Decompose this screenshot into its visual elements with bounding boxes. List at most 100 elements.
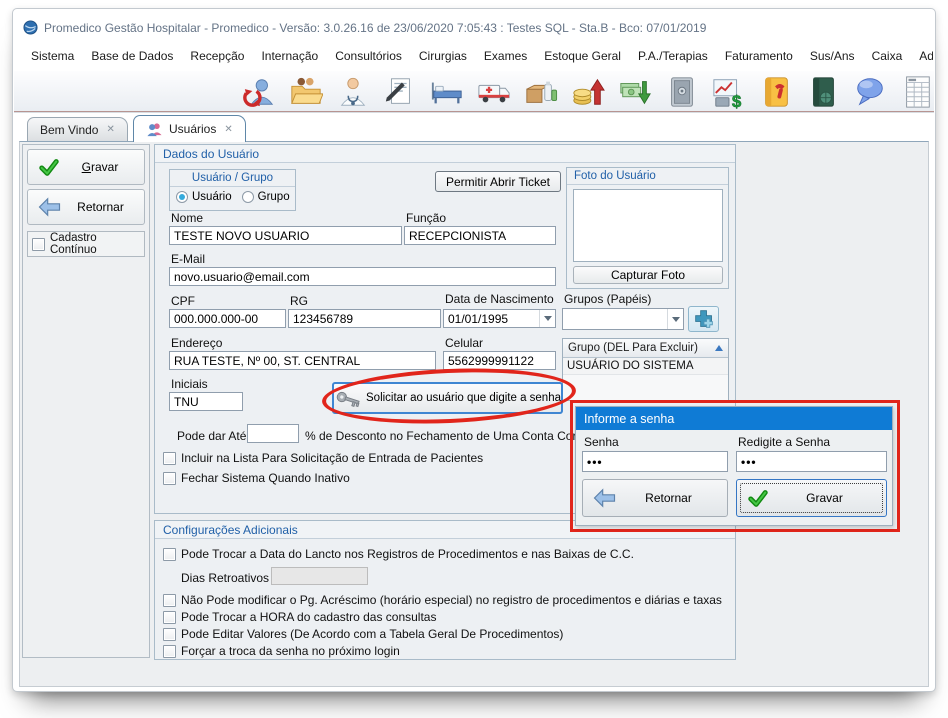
phone-book-icon[interactable]: [759, 75, 793, 109]
tab-bem-vindo-close-icon[interactable]: ✕: [106, 124, 114, 135]
capturar-foto-label: Capturar Foto: [611, 268, 685, 282]
senha-input[interactable]: [582, 451, 728, 472]
celular-input[interactable]: [443, 351, 556, 370]
staff-folder-icon[interactable]: [289, 75, 323, 109]
chevron-down-icon[interactable]: [539, 310, 555, 327]
menu-administracao[interactable]: Administra: [919, 49, 933, 69]
doctor-icon[interactable]: [336, 75, 370, 109]
retornar-label: Retornar: [65, 200, 144, 214]
editar-valores-checkbox[interactable]: [163, 628, 176, 641]
retornar-button[interactable]: Retornar: [27, 189, 145, 225]
hospital-bed-icon[interactable]: [430, 75, 464, 109]
forcar-troca-senha-checkbox[interactable]: [163, 645, 176, 658]
grupos-grid-row-label: USUÁRIO DO SISTEMA: [567, 360, 694, 372]
foto-do-usuario-caption: Foto do Usuário: [567, 168, 728, 185]
email-label: E-Mail: [171, 252, 205, 266]
menu-recepcao[interactable]: Recepção: [190, 49, 244, 69]
report-grid-icon[interactable]: [900, 75, 934, 109]
menu-pa-terapias[interactable]: P.A./Terapias: [638, 49, 708, 69]
grupos-grid: Grupo (DEL Para Excluir) USUÁRIO DO SIST…: [562, 338, 729, 401]
menu-base-de-dados[interactable]: Base de Dados: [91, 49, 173, 69]
ambulance-icon[interactable]: [477, 75, 511, 109]
safe-icon[interactable]: [665, 75, 699, 109]
price-increase-icon[interactable]: [571, 75, 605, 109]
cadastro-continuo-box: Cadastro Contínuo: [27, 231, 145, 257]
add-grupo-button[interactable]: [688, 306, 719, 332]
celular-label: Celular: [445, 336, 483, 350]
prescription-icon[interactable]: [383, 75, 417, 109]
email-input[interactable]: [169, 267, 556, 286]
pharmacy-stock-icon[interactable]: [524, 75, 558, 109]
tab-strip: Bem Vindo ✕ Usuários ✕: [13, 115, 935, 141]
data-nascimento-combo[interactable]: 01/01/1995: [443, 309, 556, 328]
cadastro-continuo-checkbox[interactable]: [32, 238, 45, 251]
solicitar-senha-button[interactable]: Solicitar ao usuário que digite a senha: [332, 382, 563, 414]
arrow-left-icon: [38, 197, 61, 217]
window-title: Promedico Gestão Hospitalar - Promedico …: [44, 21, 706, 35]
menu-consultorios[interactable]: Consultórios: [335, 49, 402, 69]
incluir-lista-label: Incluir na Lista Para Solicitação de Ent…: [181, 451, 483, 465]
permitir-abrir-ticket-button[interactable]: Permitir Abrir Ticket: [435, 171, 561, 192]
incluir-lista-checkbox[interactable]: [163, 452, 176, 465]
capturar-foto-button[interactable]: Capturar Foto: [573, 266, 723, 284]
nao-modificar-pg-acrescimo-label: Não Pode modificar o Pg. Acréscimo (horá…: [181, 593, 722, 607]
grupos-grid-row[interactable]: USUÁRIO DO SISTEMA: [563, 358, 728, 375]
title-bar: Promedico Gestão Hospitalar - Promedico …: [23, 20, 706, 35]
redigite-senha-input[interactable]: [736, 451, 887, 472]
cadastro-continuo-label: Cadastro Contínuo: [50, 232, 144, 256]
menu-sistema[interactable]: Sistema: [31, 49, 74, 69]
menu-sus-ans[interactable]: Sus/Ans: [810, 49, 855, 69]
sync-users-icon[interactable]: [242, 75, 276, 109]
senha-gravar-button[interactable]: Gravar: [736, 479, 887, 517]
sort-asc-icon: [715, 345, 723, 351]
ledger-book-icon[interactable]: [806, 75, 840, 109]
fechar-sistema-label: Fechar Sistema Quando Inativo: [181, 471, 350, 485]
tab-usuarios[interactable]: Usuários ✕: [133, 115, 246, 142]
app-icon: [23, 20, 38, 35]
tab-usuarios-label: Usuários: [169, 122, 216, 136]
svg-text:$: $: [732, 92, 742, 109]
nao-modificar-pg-acrescimo-checkbox[interactable]: [163, 594, 176, 607]
senha-gravar-label: Gravar: [773, 491, 886, 505]
cpf-input[interactable]: [169, 309, 286, 328]
informe-senha-panel: Informe a senha Senha Redigite a Senha R…: [575, 406, 893, 526]
redigite-senha-label: Redigite a Senha: [738, 435, 830, 449]
fechar-sistema-checkbox[interactable]: [163, 472, 176, 485]
grupos-grid-header-label: Grupo (DEL Para Excluir): [568, 342, 698, 354]
grupos-grid-header[interactable]: Grupo (DEL Para Excluir): [563, 339, 728, 358]
radio-grupo-label: Grupo: [258, 191, 290, 203]
trocar-data-lancto-checkbox[interactable]: [163, 548, 176, 561]
menu-faturamento[interactable]: Faturamento: [725, 49, 793, 69]
menu-estoque-geral[interactable]: Estoque Geral: [544, 49, 621, 69]
iniciais-input[interactable]: [169, 392, 243, 411]
tab-usuarios-close-icon[interactable]: ✕: [224, 124, 232, 135]
menu-cirurgias[interactable]: Cirurgias: [419, 49, 467, 69]
radio-usuario[interactable]: [176, 191, 188, 203]
desconto-input[interactable]: [247, 424, 299, 443]
toolbar: $: [14, 71, 934, 113]
menu-caixa[interactable]: Caixa: [872, 49, 903, 69]
chevron-down-icon[interactable]: [667, 309, 683, 329]
menu-exames[interactable]: Exames: [484, 49, 527, 69]
radio-grupo[interactable]: [242, 191, 254, 203]
gravar-button[interactable]: Gravar: [27, 149, 145, 185]
funcao-input[interactable]: [404, 226, 556, 245]
finance-chart-icon[interactable]: $: [712, 75, 746, 109]
trocar-hora-checkbox[interactable]: [163, 611, 176, 624]
grupos-papeis-combo[interactable]: [562, 308, 684, 330]
permitir-abrir-ticket-label: Permitir Abrir Ticket: [446, 175, 550, 189]
desconto-suffix-label: % de Desconto no Fechamento de Uma Conta…: [305, 429, 604, 443]
dias-retroativos-input[interactable]: [271, 567, 368, 585]
chat-icon[interactable]: [853, 75, 887, 109]
desconto-prefix-label: Pode dar Até:: [177, 429, 250, 443]
payment-down-icon[interactable]: [618, 75, 652, 109]
senha-retornar-button[interactable]: Retornar: [582, 479, 728, 517]
informe-senha-title: Informe a senha: [576, 407, 892, 430]
check-icon: [747, 488, 769, 508]
tab-bem-vindo[interactable]: Bem Vindo ✕: [27, 117, 128, 141]
nome-input[interactable]: [169, 226, 402, 245]
menu-internacao[interactable]: Internação: [261, 49, 318, 69]
solicitar-senha-label: Solicitar ao usuário que digite a senha: [366, 392, 561, 404]
rg-input[interactable]: [288, 309, 441, 328]
endereco-input[interactable]: [169, 351, 436, 370]
